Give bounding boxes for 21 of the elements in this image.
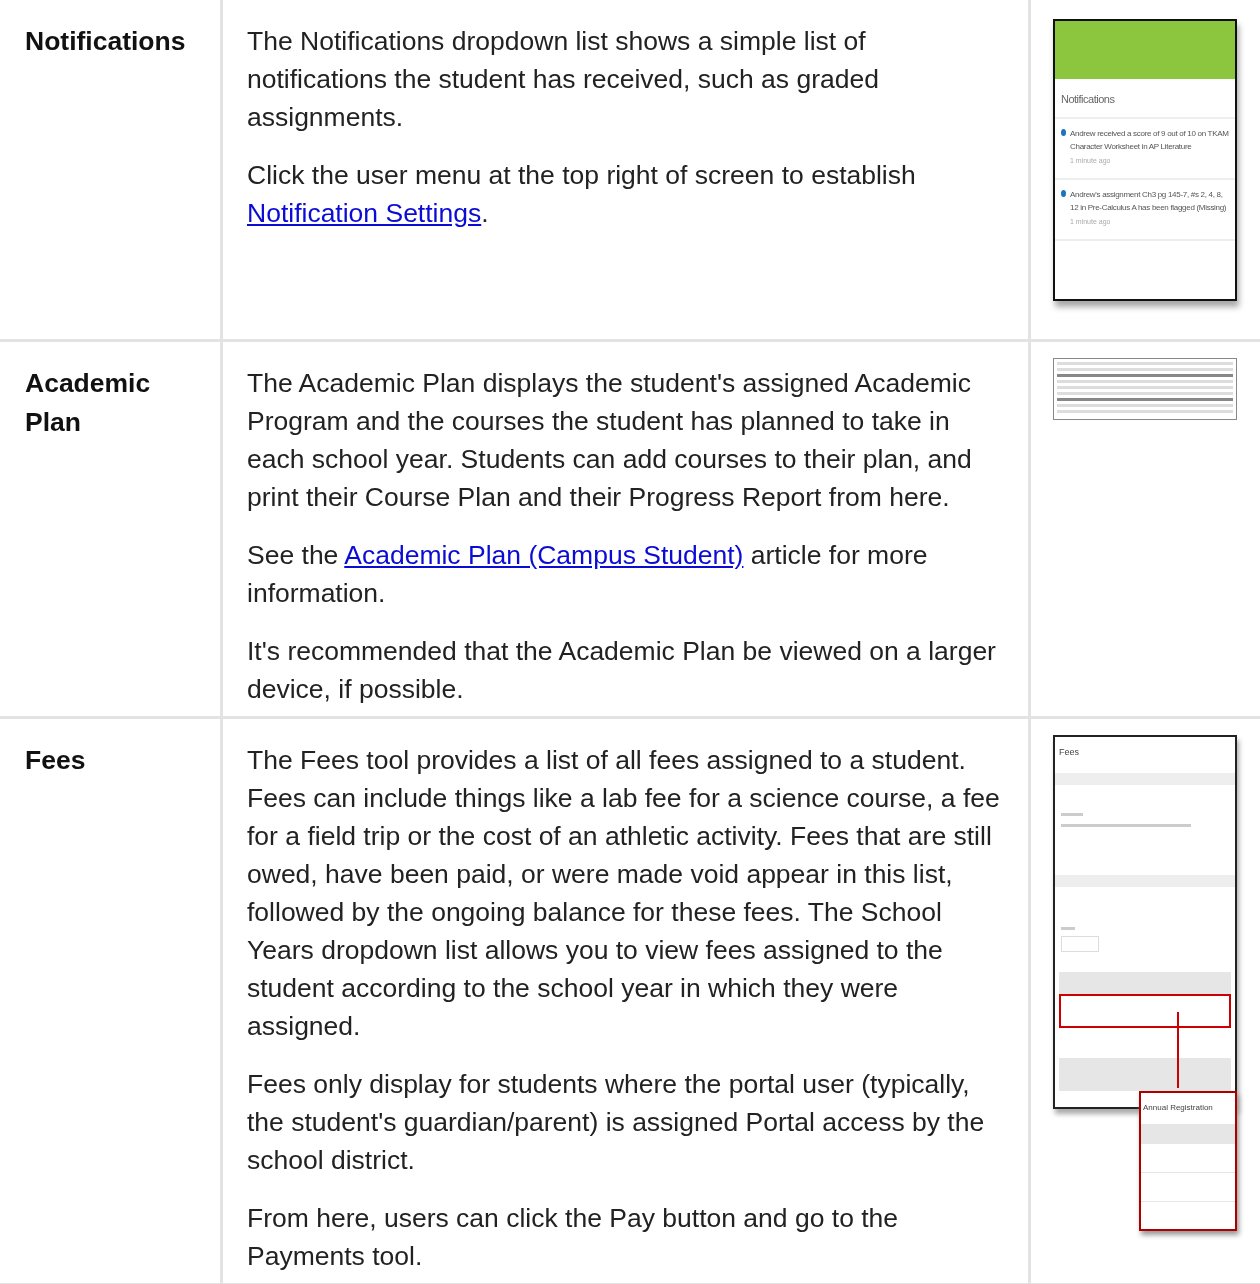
paragraph: See the Academic Plan (Campus Student) article for more information. bbox=[247, 539, 929, 610]
unread-dot-icon bbox=[1061, 129, 1066, 136]
paragraph: Fees only display for students where the portal user (typically, the student's guardian/parent) is assigned Portal access by the school district. bbox=[247, 1068, 986, 1177]
notification-text: Andrew's assignment Ch3 pg 145-7, #s 2, 4, 8, 12 in Pre-Calculus A has been flagged (Missing) bbox=[1070, 189, 1228, 214]
row-heading: Notifications bbox=[25, 25, 187, 58]
row-heading: Academic Plan bbox=[25, 367, 152, 439]
paragraph: The Notifications dropdown list shows a simple list of notifications the student has received, such as graded assignments. bbox=[247, 25, 880, 134]
paragraph: Click the user menu at the top right of screen to establish Notification Settings. bbox=[247, 159, 917, 230]
page-title: Fees bbox=[1058, 746, 1080, 759]
popup-title: Annual Registration bbox=[1142, 1102, 1214, 1114]
text-line bbox=[1061, 813, 1083, 816]
panel-title: Notifications bbox=[1055, 79, 1235, 119]
notification-text: Andrew received a score of 9 out of 10 on TKAM Character Worksheet in AP Literature bbox=[1070, 128, 1229, 153]
paragraph: The Fees tool provides a list of all fees assigned to a student. Fees can include things like a lab fee for a science course, a fee for a field trip or the cost of an athletic activity. Fees that are still owed, have been paid, or were made void appear in this list, followed by the ongoing balance for these fees. The School Years dropdown list allows you to view fees assigned to the student according to the school year in which they were assigned. bbox=[247, 744, 1001, 1043]
link[interactable]: Notification Settings bbox=[247, 198, 482, 228]
paragraph: The Academic Plan displays the student's assigned Academic Program and the courses the student has planned to take in each school year. Students can add courses to their plan, and print their Course Plan and their Progress Report from here. bbox=[247, 367, 973, 514]
unread-dot-icon bbox=[1061, 190, 1066, 197]
paragraph: From here, users can click the Pay button and go to the Payments tool. bbox=[247, 1202, 900, 1273]
row-heading: Fees bbox=[25, 744, 87, 777]
paragraph: It's recommended that the Academic Plan be viewed on a larger device, if possible. bbox=[247, 635, 997, 706]
link[interactable]: Academic Plan (Campus Student) bbox=[344, 540, 744, 570]
